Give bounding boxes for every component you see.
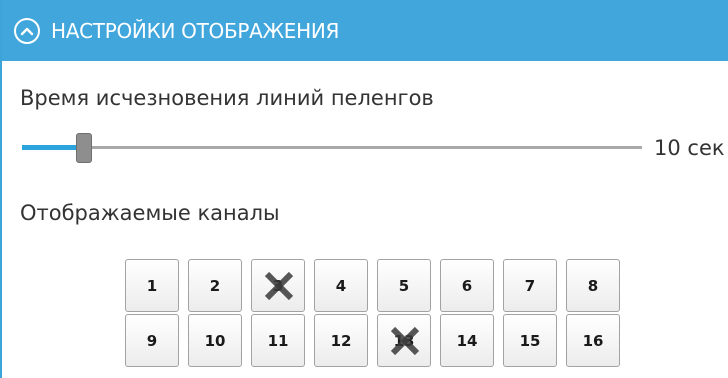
channel-number: 16: [582, 331, 604, 350]
channel-button-5[interactable]: 5: [377, 259, 431, 312]
fade-time-label: Время исчезновения линий пеленгов: [20, 86, 434, 110]
slider-track-filled: [22, 145, 84, 150]
channel-button-7[interactable]: 7: [503, 259, 557, 312]
channel-number: 9: [146, 331, 158, 350]
channel-disabled-x-icon: [390, 326, 420, 356]
channel-number: 11: [267, 331, 289, 350]
section-header[interactable]: НАСТРОЙКИ ОТОБРАЖЕНИЯ: [2, 0, 728, 61]
channel-disabled-x-icon: [264, 271, 294, 301]
channel-number: 4: [335, 276, 347, 295]
chevron-up-circle-icon[interactable]: [14, 18, 40, 44]
channel-number: 5: [398, 276, 410, 295]
channel-button-13[interactable]: 13: [377, 314, 431, 367]
channel-button-8[interactable]: 8: [566, 259, 620, 312]
channels-label: Отображаемые каналы: [20, 201, 280, 225]
slider-track: [84, 146, 642, 149]
channel-button-10[interactable]: 10: [188, 314, 242, 367]
channel-button-11[interactable]: 11: [251, 314, 305, 367]
channel-number: 7: [524, 276, 536, 295]
channel-number: 8: [587, 276, 599, 295]
channel-number: 10: [204, 331, 226, 350]
channel-number: 15: [519, 331, 541, 350]
channel-button-1[interactable]: 1: [125, 259, 179, 312]
channel-number: 12: [330, 331, 352, 350]
channel-button-6[interactable]: 6: [440, 259, 494, 312]
channel-number: 14: [456, 331, 478, 350]
channel-button-12[interactable]: 12: [314, 314, 368, 367]
channel-number: 2: [209, 276, 221, 295]
channel-button-4[interactable]: 4: [314, 259, 368, 312]
channel-number: 6: [461, 276, 473, 295]
fade-time-slider[interactable]: [22, 132, 642, 163]
fade-time-value: 10 сек: [654, 136, 725, 160]
channel-button-3[interactable]: 3: [251, 259, 305, 312]
channel-button-9[interactable]: 9: [125, 314, 179, 367]
section-title: НАСТРОЙКИ ОТОБРАЖЕНИЯ: [51, 19, 340, 43]
channel-button-15[interactable]: 15: [503, 314, 557, 367]
channel-button-2[interactable]: 2: [188, 259, 242, 312]
channel-number: 1: [146, 276, 158, 295]
slider-thumb[interactable]: [76, 133, 92, 163]
channel-button-14[interactable]: 14: [440, 314, 494, 367]
channel-button-16[interactable]: 16: [566, 314, 620, 367]
display-settings-panel: НАСТРОЙКИ ОТОБРАЖЕНИЯ Время исчезновения…: [0, 0, 728, 378]
